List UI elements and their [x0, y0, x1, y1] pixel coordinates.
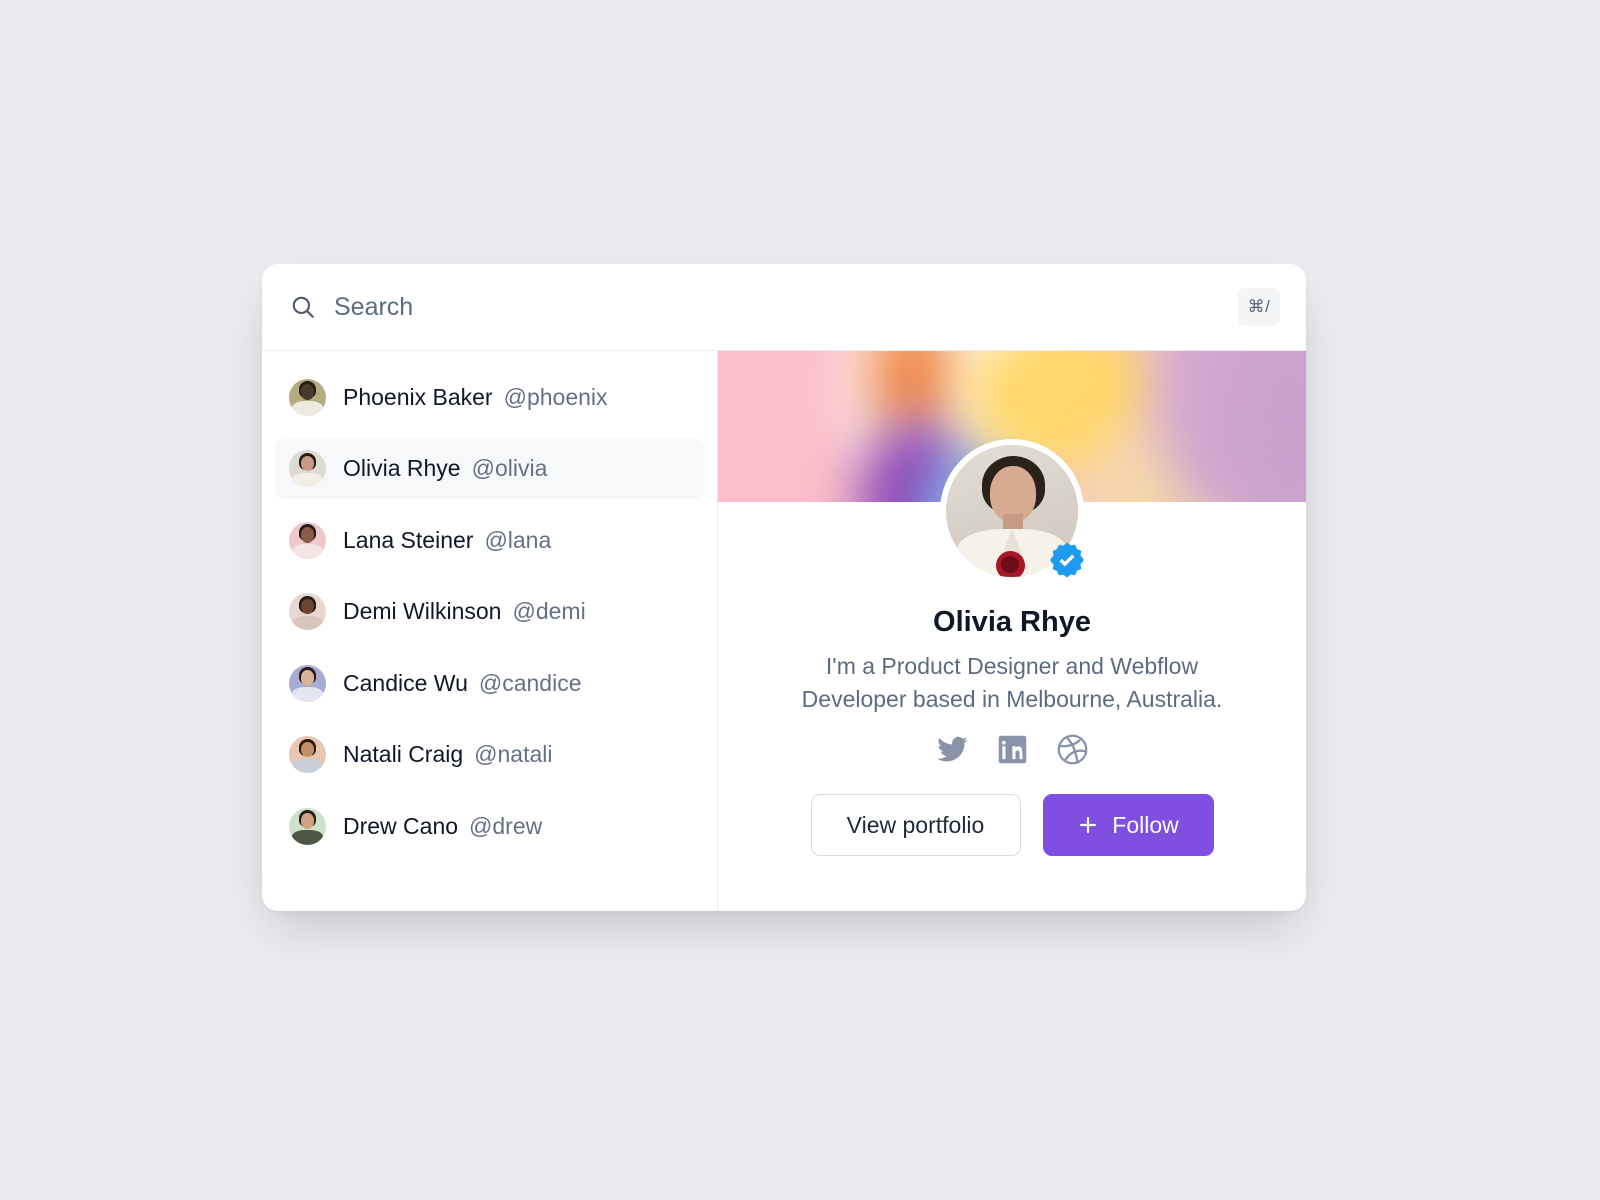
- twitter-icon[interactable]: [936, 733, 969, 766]
- search-bar: ⌘/: [262, 264, 1306, 351]
- search-profile-card: ⌘/ Phoenix Baker @phoenix Olivia Rhye @oliv…: [262, 264, 1306, 911]
- user-list: Phoenix Baker @phoenix Olivia Rhye @olivia L…: [262, 351, 718, 911]
- user-list-item-name: Demi Wilkinson: [343, 598, 502, 624]
- card-body: Phoenix Baker @phoenix Olivia Rhye @olivia L…: [262, 351, 1306, 911]
- avatar-phoenix-icon: [289, 378, 326, 416]
- user-list-item-handle: @candice: [478, 669, 582, 696]
- user-list-item[interactable]: Lana Steiner @lana: [275, 510, 704, 570]
- avatar-olivia-icon: [289, 450, 326, 487]
- user-list-item-name: Phoenix Baker: [343, 383, 493, 410]
- follow-button[interactable]: Follow: [1042, 794, 1214, 856]
- user-list-item-name: Olivia Rhye: [343, 455, 461, 481]
- user-list-item[interactable]: Drew Cano @drew: [275, 796, 704, 856]
- profile-actions: View portfolio Follow: [810, 794, 1214, 856]
- search-icon: [290, 294, 316, 320]
- avatar-natali-icon: [289, 736, 326, 773]
- user-list-item[interactable]: Natali Craig @natali: [275, 725, 704, 785]
- user-list-item-name: Natali Craig: [343, 741, 464, 767]
- user-list-item[interactable]: Phoenix Baker @phoenix: [275, 367, 704, 427]
- follow-button-label: Follow: [1112, 811, 1179, 838]
- user-list-item-handle: @demi: [512, 598, 586, 624]
- avatar: [940, 439, 1084, 583]
- user-list-item-name: Candice Wu: [343, 669, 468, 696]
- search-input[interactable]: [334, 292, 1238, 322]
- avatar-lana-icon: [289, 521, 326, 559]
- avatar-candice-icon: [289, 664, 326, 702]
- profile-bio: I'm a Product Designer and Webflow Devel…: [801, 653, 1223, 712]
- avatar-demi-icon: [289, 593, 326, 630]
- social-links: [936, 733, 1089, 766]
- user-list-item-handle: @olivia: [471, 455, 548, 481]
- user-list-item-handle: @lana: [484, 526, 552, 553]
- profile-pane: Olivia Rhye I'm a Product Designer and W…: [718, 351, 1306, 911]
- user-list-item[interactable]: Demi Wilkinson @demi: [275, 582, 704, 642]
- user-list-item[interactable]: Olivia Rhye @olivia: [275, 438, 704, 499]
- plus-icon: [1077, 814, 1099, 836]
- user-list-item[interactable]: Candice Wu @candice: [275, 653, 704, 713]
- linkedin-icon[interactable]: [996, 733, 1029, 766]
- user-list-item-name: Lana Steiner: [343, 526, 474, 553]
- dribbble-icon[interactable]: [1056, 733, 1089, 766]
- user-list-item-handle: @natali: [474, 741, 553, 767]
- view-portfolio-button[interactable]: View portfolio: [810, 794, 1021, 856]
- user-list-item-handle: @phoenix: [503, 383, 608, 410]
- avatar-drew-icon: [289, 807, 326, 845]
- keyboard-shortcut-badge: ⌘/: [1238, 288, 1280, 326]
- user-list-item-handle: @drew: [469, 812, 543, 839]
- verified-badge-icon: [1048, 541, 1086, 579]
- profile-name: Olivia Rhye: [933, 606, 1091, 638]
- user-list-item-name: Drew Cano: [343, 812, 459, 839]
